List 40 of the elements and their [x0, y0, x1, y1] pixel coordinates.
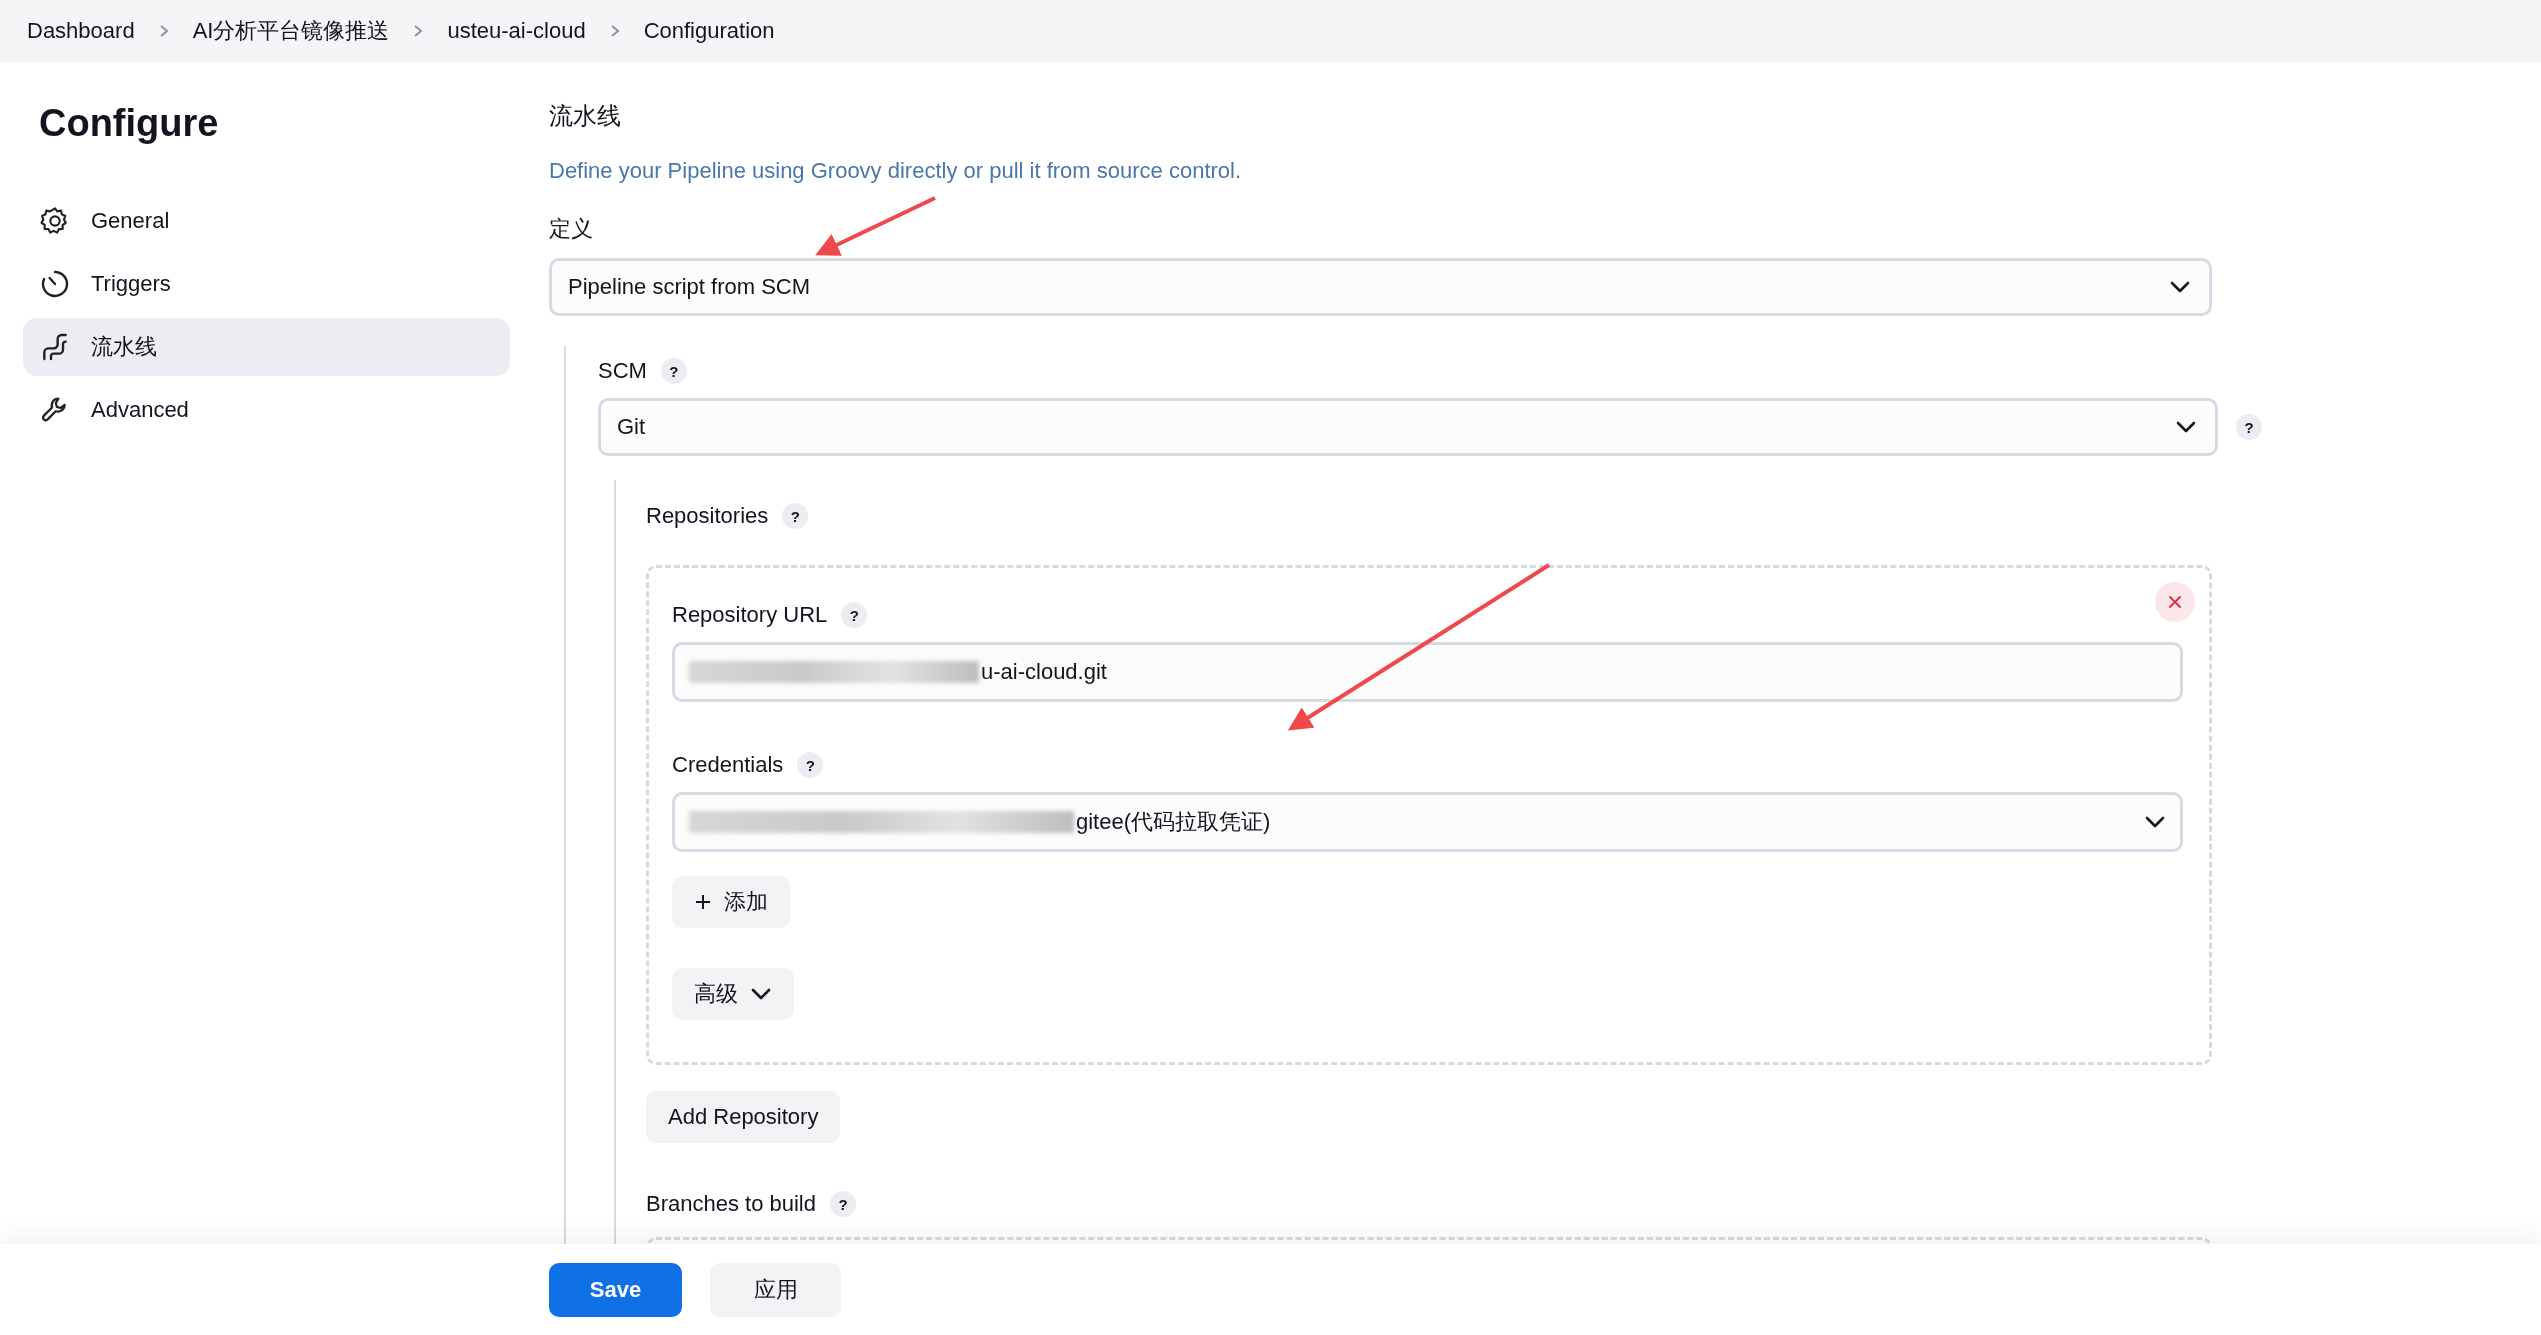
chevron-down-icon [750, 987, 772, 1001]
sidebar-item[interactable]: 流水线 [23, 318, 510, 376]
help-button[interactable]: ? [841, 602, 868, 628]
page-title: Configure [39, 102, 220, 145]
advanced-button[interactable]: 高级 [672, 968, 794, 1020]
field-label: Repositories [646, 503, 769, 529]
help-button[interactable]: ? [830, 1191, 856, 1217]
breadcrumb-link[interactable]: Dashboard [27, 18, 135, 44]
help-button[interactable]: ? [660, 358, 687, 384]
field-label: Branches to build [646, 1191, 816, 1217]
help-button[interactable]: ? [2236, 414, 2262, 440]
plus-icon [694, 893, 712, 911]
breadcrumb-link[interactable]: Configuration [643, 18, 775, 44]
field-label: 定义 [549, 215, 593, 243]
sidebar-item[interactable]: General [23, 192, 510, 250]
chevron-down-icon [2175, 420, 2197, 434]
breadcrumb-link[interactable]: AI分析平台镜像推送 [192, 16, 390, 46]
help-button[interactable]: ? [797, 752, 824, 778]
help-button[interactable]: ? [782, 503, 809, 529]
save-button[interactable]: Save [549, 1262, 682, 1317]
sidebar-item[interactable]: Triggers [23, 255, 510, 313]
credentials-select[interactable]: gitee(代码拉取凭证) [672, 792, 2183, 852]
close-button[interactable] [2155, 582, 2195, 622]
close-icon [2167, 594, 2183, 610]
timer-icon [39, 268, 71, 300]
repository-url-field[interactable]: u-ai-cloud.git [672, 642, 2183, 702]
field-label: Credentials [672, 752, 784, 778]
section-description: Define your Pipeline using Groovy directly or pull it from source control. [549, 158, 1242, 184]
chevron-down-icon [2169, 280, 2191, 294]
definition-select[interactable]: Pipeline script from SCM [549, 258, 2212, 316]
breadcrumb-link[interactable]: usteu-ai-cloud [447, 18, 586, 44]
section-title: 流水线 [549, 101, 622, 131]
add-repository-button[interactable]: Add Repository [646, 1091, 841, 1143]
add-button[interactable]: 添加 [672, 876, 790, 928]
scm-select[interactable]: Git [598, 398, 2218, 456]
field-label: Repository URL [672, 602, 828, 628]
chevron-down-icon [2144, 815, 2166, 829]
apply-button[interactable]: 应用 [710, 1262, 841, 1317]
sidebar-item[interactable]: Advanced [23, 381, 510, 439]
field-label: SCM [598, 358, 647, 384]
